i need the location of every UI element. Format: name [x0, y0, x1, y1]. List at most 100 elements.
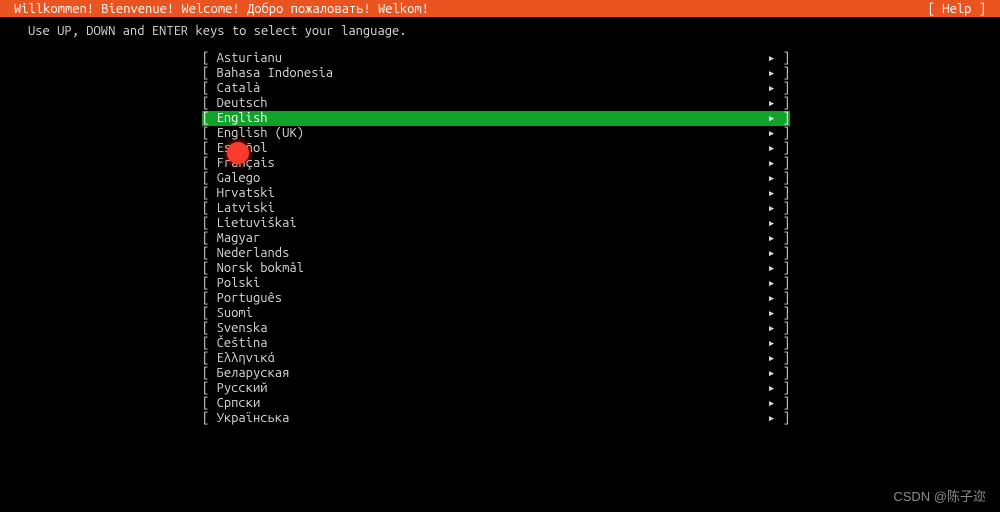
language-option[interactable]: [ English ▸ ]	[202, 111, 790, 126]
language-option[interactable]: [ Magyar ▸ ]	[202, 231, 790, 246]
language-option[interactable]: [ Português ▸ ]	[202, 291, 790, 306]
language-option[interactable]: [ English (UK)▸ ]	[202, 126, 790, 141]
bracket-open: [	[202, 126, 217, 141]
submenu-arrow-icon: ▸ ]	[768, 381, 790, 396]
submenu-arrow-icon: ▸ ]	[768, 51, 790, 66]
language-option[interactable]: [ Asturianu ▸ ]	[202, 51, 790, 66]
bracket-open: [	[202, 276, 217, 291]
language-label: Français	[217, 156, 275, 171]
language-label: Deutsch	[217, 96, 268, 111]
submenu-arrow-icon: ▸ ]	[768, 216, 790, 231]
language-option[interactable]: [ Čeština▸ ]	[202, 336, 790, 351]
bracket-open: [	[202, 51, 217, 66]
language-option[interactable]: [ Nederlands▸ ]	[202, 246, 790, 261]
watermark: CSDN @陈子迩	[893, 489, 986, 504]
language-option[interactable]: [ Lietuviškai ▸ ]	[202, 216, 790, 231]
bracket-open: [	[202, 81, 217, 96]
language-option[interactable]: [ Français ▸ ]	[202, 156, 790, 171]
instruction-text: Use UP, DOWN and ENTER keys to select yo…	[0, 17, 1000, 51]
language-option[interactable]: [ Беларуская ▸ ]	[202, 366, 790, 381]
submenu-arrow-icon: ▸ ]	[768, 276, 790, 291]
bracket-open: [	[202, 111, 217, 126]
language-label: Español	[217, 141, 268, 156]
submenu-arrow-icon: ▸ ]	[768, 201, 790, 216]
bracket-open: [	[202, 291, 217, 306]
language-label: Català	[217, 81, 261, 96]
submenu-arrow-icon: ▸ ]	[768, 186, 790, 201]
language-label: Latviski	[217, 201, 275, 216]
language-list[interactable]: [ Asturianu▸ ][ Bahasa Indonesia▸ ][ Cat…	[0, 51, 1000, 426]
submenu-arrow-icon: ▸ ]	[768, 156, 790, 171]
bracket-open: [	[202, 411, 217, 426]
submenu-arrow-icon: ▸ ]	[768, 111, 790, 126]
language-option[interactable]: [ Norsk bokmål ▸ ]	[202, 261, 790, 276]
welcome-title: Willkommen! Bienvenue! Welcome! Добро по…	[14, 2, 429, 17]
bracket-open: [	[202, 366, 217, 381]
language-option[interactable]: [ Ελληνικά ▸ ]	[202, 351, 790, 366]
submenu-arrow-icon: ▸ ]	[768, 96, 790, 111]
submenu-arrow-icon: ▸ ]	[768, 141, 790, 156]
bracket-open: [	[202, 186, 217, 201]
submenu-arrow-icon: ▸ ]	[768, 336, 790, 351]
language-option[interactable]: [ Svenska▸ ]	[202, 321, 790, 336]
language-label: Беларуская	[217, 366, 290, 381]
submenu-arrow-icon: ▸ ]	[768, 396, 790, 411]
language-option[interactable]: [ Latviski▸ ]	[202, 201, 790, 216]
language-option[interactable]: [ Español▸ ]	[202, 141, 790, 156]
language-label: Bahasa Indonesia	[217, 66, 333, 81]
submenu-arrow-icon: ▸ ]	[768, 366, 790, 381]
language-label: Русский	[217, 381, 268, 396]
language-option[interactable]: [ Русский ▸ ]	[202, 381, 790, 396]
help-button[interactable]: [ Help ]	[928, 2, 986, 17]
language-option[interactable]: [ Suomi ▸ ]	[202, 306, 790, 321]
submenu-arrow-icon: ▸ ]	[768, 291, 790, 306]
language-label: Asturianu	[217, 51, 283, 66]
submenu-arrow-icon: ▸ ]	[768, 231, 790, 246]
language-label: Norsk bokmål	[217, 261, 304, 276]
bracket-open: [	[202, 96, 217, 111]
language-label: Українська	[217, 411, 290, 426]
language-label: Suomi	[217, 306, 253, 321]
language-option[interactable]: [ Српски ▸ ]	[202, 396, 790, 411]
bracket-open: [	[202, 171, 217, 186]
bracket-open: [	[202, 261, 217, 276]
bracket-open: [	[202, 216, 217, 231]
bracket-open: [	[202, 306, 217, 321]
language-option[interactable]: [ Galego ▸ ]	[202, 171, 790, 186]
language-option[interactable]: [ Hrvatski ▸ ]	[202, 186, 790, 201]
language-label: Lietuviškai	[217, 216, 297, 231]
submenu-arrow-icon: ▸ ]	[768, 66, 790, 81]
language-label: Hrvatski	[217, 186, 275, 201]
language-option[interactable]: [ Deutsch ▸ ]	[202, 96, 790, 111]
submenu-arrow-icon: ▸ ]	[768, 261, 790, 276]
language-label: Galego	[217, 171, 261, 186]
bracket-open: [	[202, 396, 217, 411]
submenu-arrow-icon: ▸ ]	[768, 81, 790, 96]
bracket-open: [	[202, 246, 217, 261]
language-option[interactable]: [ Українська ▸ ]	[202, 411, 790, 426]
bracket-open: [	[202, 66, 217, 81]
submenu-arrow-icon: ▸ ]	[768, 351, 790, 366]
language-label: Ελληνικά	[217, 351, 275, 366]
bracket-open: [	[202, 321, 217, 336]
language-label: English	[217, 111, 268, 126]
submenu-arrow-icon: ▸ ]	[768, 171, 790, 186]
bracket-open: [	[202, 351, 217, 366]
language-option[interactable]: [ Bahasa Indonesia ▸ ]	[202, 66, 790, 81]
bracket-open: [	[202, 231, 217, 246]
language-option[interactable]: [ Polski ▸ ]	[202, 276, 790, 291]
submenu-arrow-icon: ▸ ]	[768, 306, 790, 321]
language-label: Čeština	[217, 336, 268, 351]
submenu-arrow-icon: ▸ ]	[768, 321, 790, 336]
bracket-open: [	[202, 381, 217, 396]
submenu-arrow-icon: ▸ ]	[768, 411, 790, 426]
language-label: Português	[217, 291, 283, 306]
language-label: Nederlands	[217, 246, 290, 261]
language-label: Српски	[217, 396, 261, 411]
language-label: Magyar	[217, 231, 261, 246]
language-label: Polski	[217, 276, 261, 291]
language-label: English (UK)	[217, 126, 304, 141]
language-option[interactable]: [ Català ▸ ]	[202, 81, 790, 96]
bracket-open: [	[202, 156, 217, 171]
header-bar: Willkommen! Bienvenue! Welcome! Добро по…	[0, 0, 1000, 17]
